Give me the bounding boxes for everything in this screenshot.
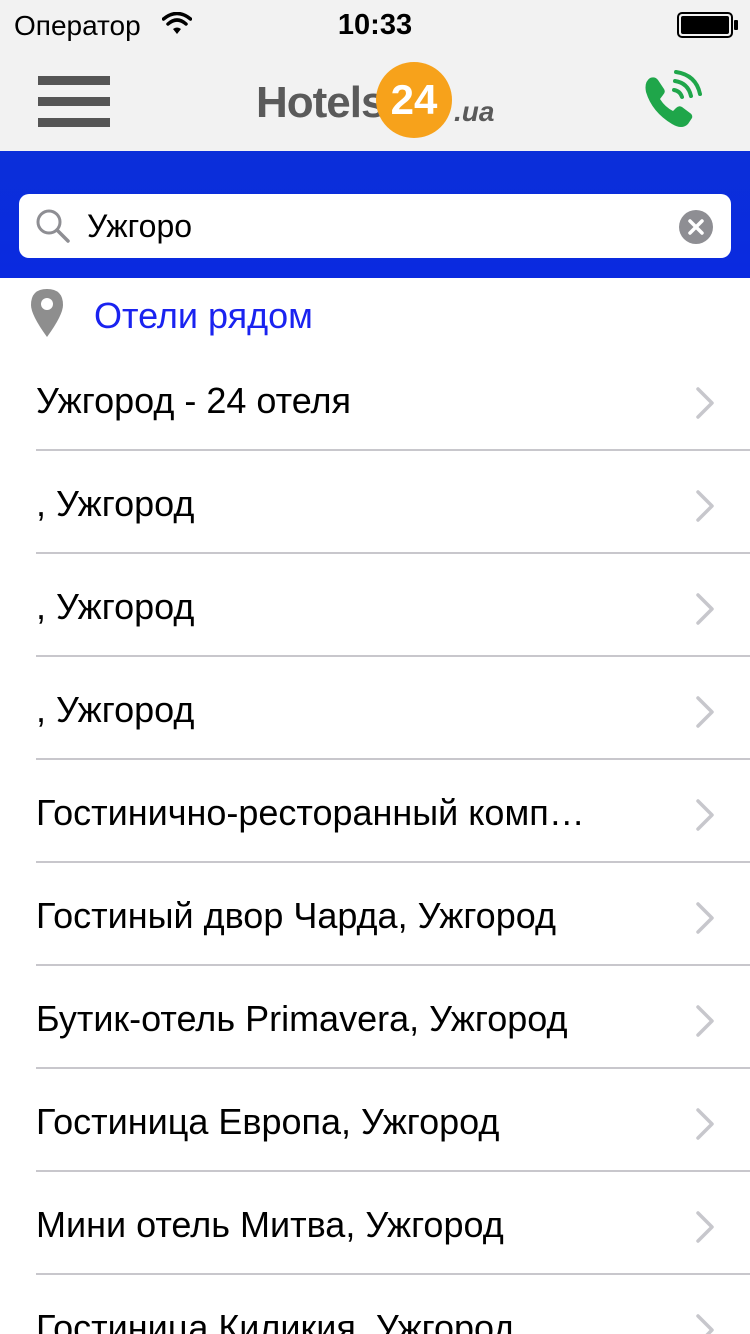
result-label: Гостиница Европа, Ужгород [36,1101,500,1142]
chevron-right-icon [696,387,714,419]
chevron-right-icon [696,799,714,831]
search-results-list: Ужгород - 24 отеля , Ужгород , Ужгород ,… [0,352,750,1334]
app-header: Hotels 24 .ua [0,50,750,151]
search-field[interactable] [19,194,731,258]
row-divider [36,861,750,863]
result-list-item[interactable]: , Ужгород [0,661,750,764]
chevron-right-icon [696,1005,714,1037]
row-divider [36,1273,750,1275]
location-pin-icon [31,289,63,337]
hotels-nearby-label: Отели рядом [94,295,313,336]
status-bar: Оператор 10:33 [0,0,750,50]
result-label: Гостиница Киликия, Ужгород [36,1307,515,1334]
row-divider [36,1067,750,1069]
phone-call-icon[interactable] [638,68,704,134]
chevron-right-icon [696,1211,714,1243]
hotels24-logo[interactable]: Hotels 24 .ua [256,60,496,140]
result-label: Бутик-отель Primavera, Ужгород [36,998,568,1039]
result-label: Гостиный двор Чарда, Ужгород [36,895,556,936]
result-list-item[interactable]: , Ужгород [0,455,750,558]
chevron-right-icon [696,902,714,934]
row-divider [36,758,750,760]
chevron-right-icon [696,1314,714,1334]
result-label: Ужгород - 24 отеля [36,380,352,421]
close-icon [688,219,704,235]
result-list-item[interactable]: Бутик-отель Primavera, Ужгород [0,970,750,1073]
logo-tld: .ua [454,96,495,127]
search-input[interactable] [87,194,667,258]
logo-number: 24 [390,76,438,123]
row-divider [36,552,750,554]
result-list-item[interactable]: Гостинично-ресторанный комп… [0,764,750,867]
menu-line [38,97,110,106]
row-divider [36,964,750,966]
chevron-right-icon [696,490,714,522]
result-list-item[interactable]: Гостиный двор Чарда, Ужгород [0,867,750,970]
chevron-right-icon [696,696,714,728]
result-list-item[interactable]: Гостиница Европа, Ужгород [0,1073,750,1176]
result-label: , Ужгород [36,483,195,524]
row-divider [36,449,750,451]
hamburger-menu-button[interactable] [38,76,110,128]
chevron-right-icon [696,1108,714,1140]
result-label: Мини отель Митва, Ужгород [36,1204,504,1245]
result-list-item[interactable]: , Ужгород [0,558,750,661]
row-divider [36,1170,750,1172]
search-bar-area [0,151,750,278]
result-label: , Ужгород [36,586,195,627]
result-label: , Ужгород [36,689,195,730]
chevron-right-icon [696,593,714,625]
clear-search-button[interactable] [679,210,713,244]
battery-icon [677,12,738,38]
result-list-item[interactable]: Гостиница Киликия, Ужгород [0,1279,750,1334]
hotels-nearby-button[interactable]: Отели рядом [0,278,750,352]
result-list-item[interactable]: Ужгород - 24 отеля [0,352,750,455]
result-list-item[interactable]: Мини отель Митва, Ужгород [0,1176,750,1279]
result-label: Гостинично-ресторанный комп… [36,792,585,833]
search-icon [36,209,70,243]
menu-line [38,76,110,85]
row-divider [36,655,750,657]
logo-word: Hotels [256,78,385,127]
status-time: 10:33 [337,9,413,41]
menu-line [38,118,110,127]
